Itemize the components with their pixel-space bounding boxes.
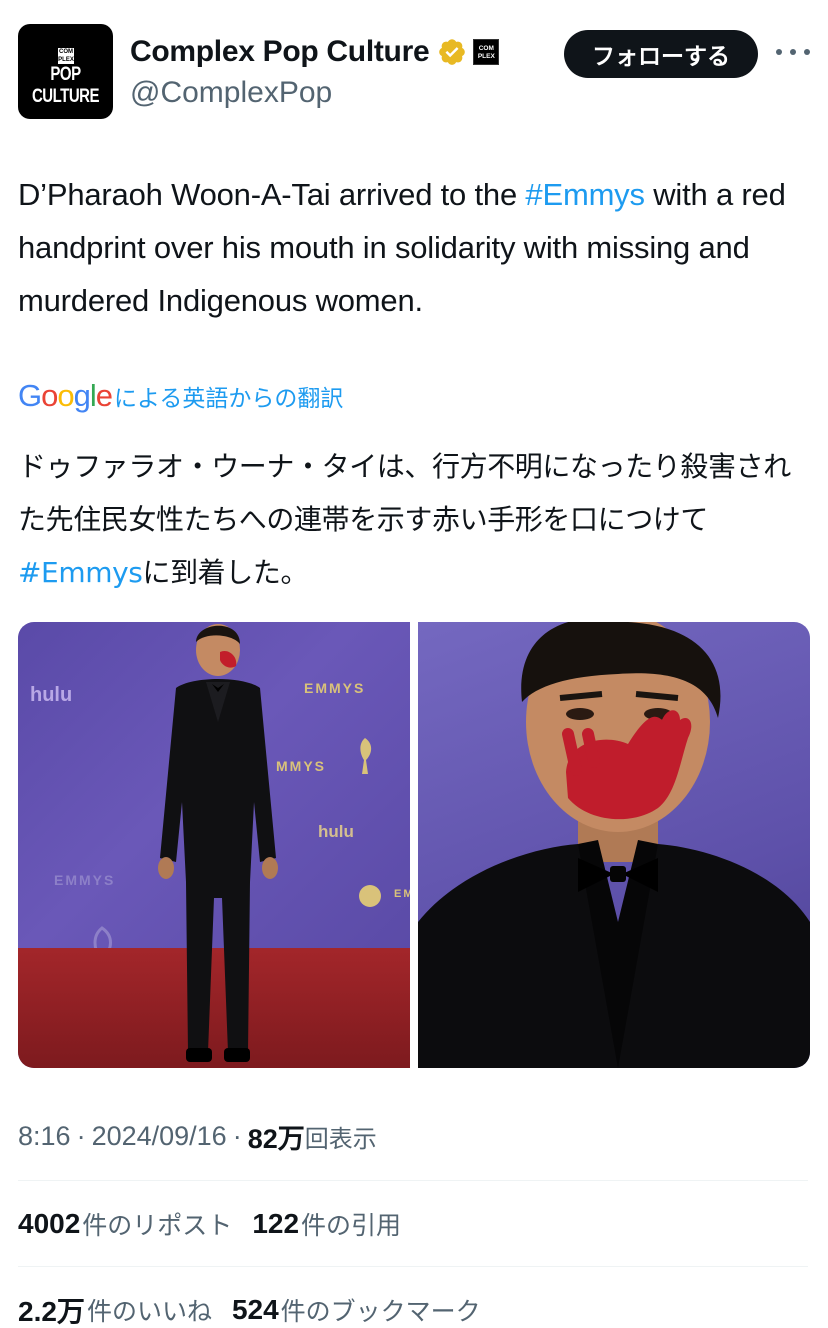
likes-label: 件のいいね (86, 1297, 212, 1326)
tweet-text-part: D’Pharaoh Woon-A-Tai arrived to the (18, 177, 526, 212)
meta-separator: · (76, 1120, 86, 1151)
translated-text-part: ドゥファラオ・ウーナ・タイは、行方不明になったり殺害された先住民女性たちへの連帯… (18, 450, 791, 536)
quotes-count: 122 (252, 1208, 300, 1239)
meta-separator: · (232, 1120, 242, 1151)
quotes-label: 件の引用 (301, 1211, 402, 1240)
tweet-time[interactable]: 8:16 (18, 1121, 71, 1152)
user-handle[interactable]: @ComplexPop (130, 76, 332, 110)
backdrop-text: EMMYS (304, 680, 366, 696)
stats-row: 4002 件のリポスト 122 件の引用 (18, 1202, 401, 1246)
backdrop-text: EM (394, 888, 410, 900)
likes-stat[interactable]: 2.2万 件のいいね (18, 1290, 212, 1328)
more-options-icon[interactable] (776, 42, 810, 62)
translated-text-part: に到着した。 (142, 556, 309, 589)
avatar-text: POP CULTURE (31, 62, 100, 108)
bookmarks-label: 件のブックマーク (280, 1297, 481, 1326)
more-dot (790, 49, 796, 55)
avatar-badge: COM PLEX (58, 48, 74, 64)
photo-closeup[interactable] (418, 622, 810, 1068)
media-grid: hulu hulu EMMYS MMYS EMMYS EM (18, 622, 810, 1068)
person-closeup-figure (418, 622, 810, 1068)
follow-button[interactable]: フォローする (564, 30, 758, 78)
tweet-meta: 8:16 · 2024/09/16 · 82万 回表示 (18, 1116, 377, 1156)
photo-full-body[interactable]: hulu hulu EMMYS MMYS EMMYS EM (18, 622, 410, 1068)
reposts-count: 4002 (18, 1208, 81, 1239)
views-label: 回表示 (304, 1124, 377, 1153)
tweet-header: COM PLEX POP CULTURE Complex Pop Culture… (18, 24, 810, 120)
translation-label: による英語からの翻訳 (114, 386, 344, 412)
more-dot (776, 49, 782, 55)
avatar[interactable]: COM PLEX POP CULTURE (18, 24, 113, 119)
quotes-stat[interactable]: 122 件の引用 (252, 1206, 401, 1242)
backdrop-text: EMMYS (54, 872, 116, 888)
person-figure (158, 624, 278, 1062)
translation-attribution[interactable]: Google による英語からの翻訳 (18, 376, 343, 416)
more-dot (804, 49, 810, 55)
display-name[interactable]: Complex Pop Culture (130, 35, 430, 69)
hashtag-link[interactable]: #Emmys (525, 177, 645, 212)
divider (18, 1266, 808, 1267)
emmy-statuette-icon (360, 738, 372, 774)
verified-badge-icon[interactable] (437, 37, 467, 67)
affiliate-badge-icon[interactable]: COM PLEX (473, 39, 500, 65)
sponsor-logo: hulu (30, 684, 73, 706)
google-logo-icon: Google (18, 378, 113, 413)
reposts-stat[interactable]: 4002 件のリポスト (18, 1206, 232, 1242)
sponsor-logo: hulu (318, 822, 354, 841)
name-row: Complex Pop Culture COM PLEX (130, 32, 500, 72)
translated-hashtag-link[interactable]: #Emmys (18, 556, 143, 589)
stats-row: 2.2万 件のいいね 524 件のブックマーク (18, 1288, 481, 1328)
views-count: 82万 (247, 1123, 305, 1154)
divider (18, 1180, 808, 1181)
sponsor-badge-icon (359, 885, 381, 907)
reposts-label: 件のリポスト (82, 1211, 233, 1240)
tweet-date[interactable]: 2024/09/16 (92, 1121, 227, 1152)
bookmarks-count: 524 (231, 1294, 279, 1325)
translated-text: ドゥファラオ・ウーナ・タイは、行方不明になったり殺害された先住民女性たちへの連帯… (18, 440, 808, 599)
tweet-text: D’Pharaoh Woon-A-Tai arrived to the #Emm… (18, 168, 808, 327)
likes-count: 2.2万 (18, 1296, 85, 1327)
bookmarks-stat[interactable]: 524 件のブックマーク (232, 1292, 481, 1328)
